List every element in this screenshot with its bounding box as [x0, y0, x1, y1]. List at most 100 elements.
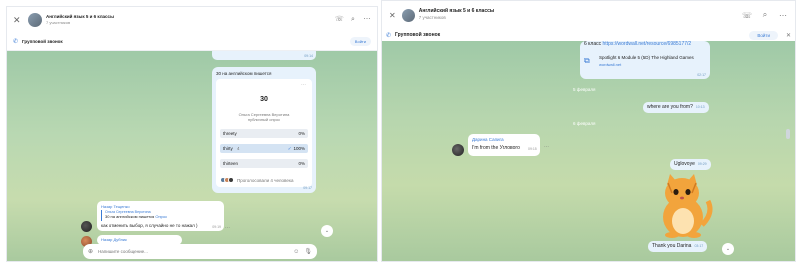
- more-icon[interactable]: ⋯: [301, 82, 306, 88]
- chat-title: Английский язык 5 и 6 классы: [46, 13, 114, 19]
- scrollbar-thumb[interactable]: [786, 129, 790, 139]
- group-call-bar: ✆ Групповой звонок Войти ✕: [382, 29, 795, 41]
- more-icon[interactable]: ⋯: [544, 144, 549, 150]
- message-time: 03:17: [694, 244, 704, 248]
- chat-subtitle: 7 участников: [418, 15, 446, 21]
- chat-window-right: ✕ Английский язык 5 и 6 классы 7 участни…: [381, 0, 796, 262]
- chat-title-block[interactable]: Английский язык 5 и 6 классы 7 участнико…: [46, 13, 329, 26]
- link-icon: ⧉: [584, 56, 590, 65]
- group-call-label: Групповой звонок: [22, 39, 63, 44]
- link-preview-text: Spotlight 6 Module 5 (5D) The Highland G…: [599, 55, 694, 66]
- join-call-button[interactable]: Войти: [349, 37, 371, 46]
- outgoing-message[interactable]: where are you from? 10:13: [643, 102, 709, 113]
- reply-message[interactable]: Назар Тещенко Ольга Сергеевна Веротина 3…: [97, 201, 224, 231]
- poll-option[interactable]: thirteen 0%: [220, 159, 308, 168]
- sender-name[interactable]: Дарина Сапига: [472, 137, 504, 142]
- message-text: 6 класс: [584, 41, 602, 47]
- chat-title-block[interactable]: Английский язык 5 и 6 классы 7 участнико…: [419, 9, 734, 21]
- chat-subtitle: 7 участников: [46, 20, 71, 26]
- attach-icon[interactable]: ⊕: [88, 248, 93, 255]
- message-text: where are you from?: [647, 104, 693, 110]
- message-time: 09:14: [304, 54, 313, 58]
- chat-header: ✕ Английский язык 5 и 6 классы 7 участни…: [7, 7, 377, 33]
- message-time: 09:29: [697, 162, 707, 166]
- chat-window-left: ✕ Английский язык 5 и 6 классы 7 участни…: [6, 6, 378, 262]
- sender-name[interactable]: Назар Дубник: [101, 237, 127, 242]
- message-bubble[interactable]: 09:14: [212, 51, 316, 60]
- poll-option-percent: 100%: [293, 146, 305, 151]
- message-composer: ⊕ ☺ 🎙: [83, 244, 317, 259]
- group-call-label: Групповой звонок: [395, 32, 441, 38]
- scroll-down-button[interactable]: ⌄: [722, 243, 734, 255]
- link-preview-title: Spotlight 6 Module 5 (5D) The Highland G…: [599, 55, 694, 61]
- message-time: 09:17: [303, 186, 312, 190]
- poll-option-percent-block: ✓ 100%: [288, 146, 305, 152]
- date-separator: 5 февраля: [573, 87, 596, 92]
- cat-sticker[interactable]: [652, 173, 714, 239]
- message-text: как отменить выбор, я случайно не то наж…: [101, 223, 198, 228]
- link-preview-card[interactable]: ⧉ Spotlight 6 Module 5 (5D) The Highland…: [584, 51, 706, 71]
- outgoing-message[interactable]: Uglovoye 09:29: [670, 159, 711, 170]
- date-separator: 6 февраля: [573, 121, 596, 126]
- poll-question: 30 на английском пишется: [216, 71, 272, 76]
- group-avatar[interactable]: [401, 8, 415, 22]
- microphone-icon[interactable]: 🎙: [304, 248, 312, 255]
- check-icon: ✓: [287, 146, 292, 151]
- poll-card: ⋯ 30 Ольга Сергеевна Веротина публичный …: [216, 79, 312, 187]
- quoted-message[interactable]: Ольга Сергеевна Веротина 30 на английско…: [101, 210, 211, 221]
- message-text: I'm from the Углового: [472, 145, 520, 151]
- poll-option-percent: 0%: [298, 161, 305, 166]
- chat-title: Английский язык 5 и 6 классы: [418, 8, 495, 15]
- message-time: 09:19: [212, 225, 221, 229]
- sender-name[interactable]: Назар Тещенко: [101, 204, 130, 209]
- search-icon[interactable]: ⌕: [760, 10, 770, 20]
- poll-option-label: thirteen: [223, 161, 239, 166]
- message-text-row: 6 класс https://wordwall.net/resource/69…: [584, 41, 691, 47]
- link-preview-site: wordwall.net: [599, 61, 622, 67]
- chat-header: ✕ Английский язык 5 и 6 классы 7 участни…: [382, 1, 795, 29]
- poll-author: Ольга Сергеевна Веротина публичный опрос: [216, 112, 312, 122]
- sender-avatar[interactable]: [81, 221, 92, 232]
- message-text: Thank you Darina: [652, 243, 692, 249]
- poll-option-label: threety: [223, 131, 237, 136]
- message-list[interactable]: 09:14 30 на английском пишется ⋯ 30 Ольг…: [7, 51, 377, 261]
- more-icon[interactable]: ⋯: [363, 16, 371, 24]
- phone-icon[interactable]: ☏: [335, 16, 344, 24]
- voter-avatar: [228, 177, 234, 183]
- scroll-down-button[interactable]: ⌄: [321, 225, 333, 237]
- poll-title: 30: [260, 96, 268, 103]
- call-icon: ✆: [386, 32, 392, 39]
- message-input[interactable]: [98, 249, 289, 254]
- message-time: 09:15: [528, 147, 537, 151]
- group-avatar[interactable]: [28, 13, 42, 27]
- message-list[interactable]: 6 класс https://wordwall.net/resource/69…: [382, 41, 795, 261]
- poll-message[interactable]: 30 на английском пишется ⋯ 30 Ольга Серг…: [212, 67, 316, 193]
- message-text: Uglovoye: [674, 161, 695, 167]
- outgoing-message[interactable]: Thank you Darina 03:17: [648, 241, 708, 252]
- phone-icon[interactable]: ☏: [742, 11, 752, 20]
- poll-option-selected[interactable]: thirty 4 ✓ 100%: [220, 144, 308, 153]
- poll-option-count: 4: [237, 146, 240, 151]
- message-time: 02:17: [697, 73, 706, 77]
- poll-voters[interactable]: Проголосовали 4 человека: [220, 177, 293, 183]
- more-icon[interactable]: ⋯: [778, 11, 788, 20]
- more-icon[interactable]: ⋯: [225, 225, 230, 231]
- link-message[interactable]: 6 класс https://wordwall.net/resource/69…: [580, 41, 710, 79]
- screen: ✕ Английский язык 5 и 6 классы 7 участни…: [0, 0, 800, 266]
- message-link[interactable]: https://wordwall.net/resource/6985177/2: [603, 41, 692, 47]
- poll-type: публичный опрос: [247, 117, 281, 123]
- close-icon[interactable]: ✕: [389, 11, 396, 20]
- poll-voted-count: Проголосовали 4 человека: [237, 177, 294, 183]
- close-icon[interactable]: ✕: [13, 15, 23, 26]
- message-time: 10:13: [695, 105, 705, 109]
- quoted-text-row: 30 на английском пишется Опрос: [105, 214, 211, 219]
- quoted-text: 30 на английском пишется: [105, 214, 155, 219]
- poll-option[interactable]: threety 0%: [220, 129, 308, 138]
- join-call-button[interactable]: Войти: [749, 30, 778, 40]
- emoji-icon[interactable]: ☺: [293, 249, 299, 255]
- search-icon[interactable]: ⌕: [349, 16, 357, 24]
- sender-avatar[interactable]: [452, 144, 464, 156]
- poll-option-label: thirty: [223, 146, 233, 151]
- incoming-message[interactable]: Дарина Сапига I'm from the Углового 09:1…: [468, 134, 540, 156]
- close-call-bar-icon[interactable]: ✕: [786, 32, 791, 39]
